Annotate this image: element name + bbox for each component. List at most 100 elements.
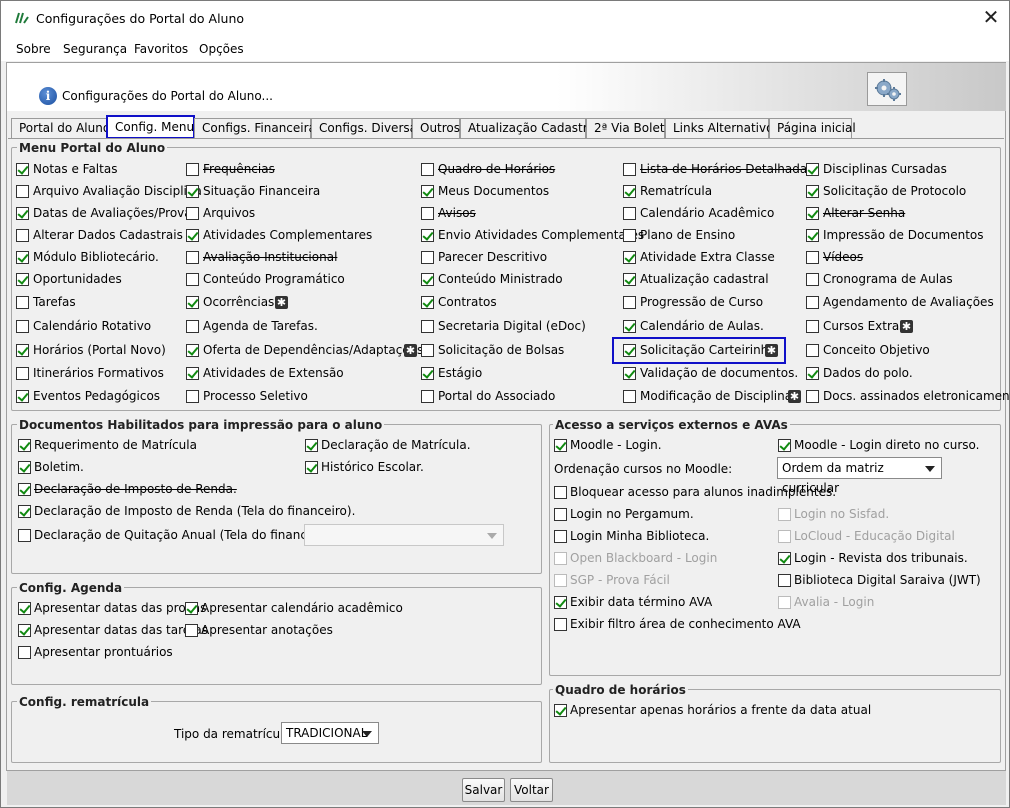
doc-declaracao-matricula-checkbox[interactable] bbox=[305, 439, 318, 452]
tab-configs-diversas[interactable]: Configs. Diversas bbox=[311, 118, 423, 138]
menu-item-checkbox[interactable] bbox=[806, 163, 819, 176]
doc-historico-checkbox[interactable] bbox=[305, 461, 318, 474]
menu-item-checkbox[interactable] bbox=[806, 229, 819, 242]
menu-item-checkbox[interactable] bbox=[421, 320, 434, 333]
menu-item-checkbox[interactable] bbox=[623, 273, 636, 286]
menu-item-checkbox[interactable] bbox=[421, 296, 434, 309]
rematricula-select[interactable]: TRADICIONAL bbox=[281, 722, 379, 744]
menu-item-checkbox[interactable] bbox=[16, 296, 29, 309]
tab-portal-do-aluno[interactable]: Portal do Aluno bbox=[11, 118, 110, 138]
menu-favoritos[interactable]: Favoritos bbox=[134, 42, 188, 56]
menu-item-checkbox[interactable] bbox=[16, 367, 29, 380]
external-service-checkbox[interactable] bbox=[554, 530, 567, 543]
tab-pagina-inicial[interactable]: Página inicial bbox=[769, 118, 856, 138]
agenda-provas-checkbox[interactable] bbox=[18, 602, 31, 615]
gear-icon[interactable]: ✱ bbox=[275, 296, 288, 309]
menu-sobre[interactable]: Sobre bbox=[16, 42, 51, 56]
tab-configs-financeiras[interactable]: Configs. Financeiras bbox=[194, 118, 322, 138]
moodle-direto-checkbox[interactable] bbox=[778, 439, 791, 452]
menu-item-checkbox[interactable] bbox=[806, 207, 819, 220]
agenda-prontuarios-checkbox[interactable] bbox=[18, 646, 31, 659]
menu-item-checkbox[interactable] bbox=[623, 296, 636, 309]
menu-item-checkbox[interactable] bbox=[421, 251, 434, 264]
menu-item-checkbox[interactable] bbox=[623, 185, 636, 198]
external-service-checkbox[interactable] bbox=[554, 552, 567, 565]
menu-item-checkbox[interactable] bbox=[16, 229, 29, 242]
menu-item-checkbox[interactable] bbox=[623, 320, 636, 333]
menu-item-checkbox[interactable] bbox=[623, 367, 636, 380]
menu-item-checkbox[interactable] bbox=[186, 367, 199, 380]
menu-item-checkbox[interactable] bbox=[623, 251, 636, 264]
agenda-tarefas-checkbox[interactable] bbox=[18, 624, 31, 637]
menu-item-checkbox[interactable] bbox=[186, 390, 199, 403]
tab-config-menu[interactable]: Config. Menu bbox=[106, 115, 195, 139]
menu-item-checkbox[interactable] bbox=[16, 273, 29, 286]
tab-2-via-boleto[interactable]: 2ª Via Boleto bbox=[586, 118, 672, 138]
gear-icon[interactable]: ✱ bbox=[900, 320, 913, 333]
menu-item-checkbox[interactable] bbox=[623, 390, 636, 403]
menu-item-checkbox[interactable] bbox=[16, 251, 29, 264]
menu-item-checkbox[interactable] bbox=[421, 390, 434, 403]
external-service-checkbox[interactable] bbox=[778, 596, 791, 609]
gear-icon[interactable]: ✱ bbox=[788, 390, 801, 403]
doc-boletim-checkbox[interactable] bbox=[18, 461, 31, 474]
menu-opcoes[interactable]: Opções bbox=[199, 42, 244, 56]
menu-item-checkbox[interactable] bbox=[623, 229, 636, 242]
tab-outros[interactable]: Outros bbox=[412, 118, 460, 138]
close-button[interactable]: ✕ bbox=[973, 2, 1009, 34]
ordenacao-select[interactable]: Ordem da matriz curricular bbox=[777, 457, 942, 495]
menu-item-checkbox[interactable] bbox=[806, 273, 819, 286]
external-service-checkbox[interactable] bbox=[554, 574, 567, 587]
menu-seguranca[interactable]: Segurança bbox=[63, 42, 127, 56]
menu-item-checkbox[interactable] bbox=[16, 207, 29, 220]
quadro-horarios-checkbox[interactable] bbox=[554, 704, 567, 717]
menu-item-checkbox[interactable] bbox=[421, 207, 434, 220]
menu-item-checkbox[interactable] bbox=[186, 320, 199, 333]
menu-item-checkbox[interactable] bbox=[421, 185, 434, 198]
menu-item-checkbox[interactable] bbox=[186, 273, 199, 286]
bloquear-inadimplentes-checkbox[interactable] bbox=[554, 486, 567, 499]
moodle-login-checkbox[interactable] bbox=[554, 439, 567, 452]
agenda-calendario-checkbox[interactable] bbox=[185, 602, 198, 615]
external-service-checkbox[interactable] bbox=[554, 508, 567, 521]
doc-quitacao-anual-checkbox[interactable] bbox=[18, 529, 31, 542]
menu-item-checkbox[interactable] bbox=[186, 296, 199, 309]
menu-item-checkbox[interactable] bbox=[806, 185, 819, 198]
tab-atualizacao-cadastral[interactable]: Atualização Cadastral bbox=[460, 118, 598, 138]
filtro-area-checkbox[interactable] bbox=[554, 618, 567, 631]
menu-item-checkbox[interactable] bbox=[16, 163, 29, 176]
menu-item-checkbox[interactable] bbox=[186, 207, 199, 220]
agenda-anotacoes-checkbox[interactable] bbox=[185, 624, 198, 637]
menu-item-checkbox[interactable] bbox=[806, 367, 819, 380]
menu-item-checkbox[interactable] bbox=[186, 344, 199, 357]
quitacao-select[interactable] bbox=[304, 524, 504, 546]
external-service-checkbox[interactable] bbox=[778, 574, 791, 587]
menu-item-checkbox[interactable] bbox=[186, 163, 199, 176]
menu-item-checkbox[interactable] bbox=[421, 229, 434, 242]
menu-item-checkbox[interactable] bbox=[16, 390, 29, 403]
menu-item-checkbox[interactable] bbox=[623, 207, 636, 220]
menu-item-checkbox[interactable] bbox=[421, 273, 434, 286]
menu-item-checkbox[interactable] bbox=[421, 163, 434, 176]
menu-item-checkbox[interactable] bbox=[186, 229, 199, 242]
menu-item-checkbox[interactable] bbox=[806, 251, 819, 264]
menu-item-checkbox[interactable] bbox=[806, 390, 819, 403]
external-service-checkbox[interactable] bbox=[778, 552, 791, 565]
external-service-checkbox[interactable] bbox=[778, 508, 791, 521]
menu-item-checkbox[interactable] bbox=[421, 367, 434, 380]
menu-item-checkbox[interactable] bbox=[806, 296, 819, 309]
tab-links-alternativos[interactable]: Links Alternativos bbox=[665, 118, 780, 138]
menu-item-checkbox[interactable] bbox=[806, 344, 819, 357]
save-button[interactable]: Salvar bbox=[462, 778, 505, 802]
menu-item-checkbox[interactable] bbox=[16, 320, 29, 333]
back-button[interactable]: Voltar bbox=[510, 778, 553, 802]
doc-imposto-renda-checkbox[interactable] bbox=[18, 483, 31, 496]
external-service-checkbox[interactable] bbox=[778, 530, 791, 543]
external-service-checkbox[interactable] bbox=[554, 596, 567, 609]
gear-icon[interactable]: ✱ bbox=[404, 344, 417, 357]
menu-item-checkbox[interactable] bbox=[623, 163, 636, 176]
menu-item-checkbox[interactable] bbox=[16, 185, 29, 198]
menu-item-checkbox[interactable] bbox=[806, 320, 819, 333]
menu-item-checkbox[interactable] bbox=[16, 344, 29, 357]
doc-requerimento-checkbox[interactable] bbox=[18, 439, 31, 452]
